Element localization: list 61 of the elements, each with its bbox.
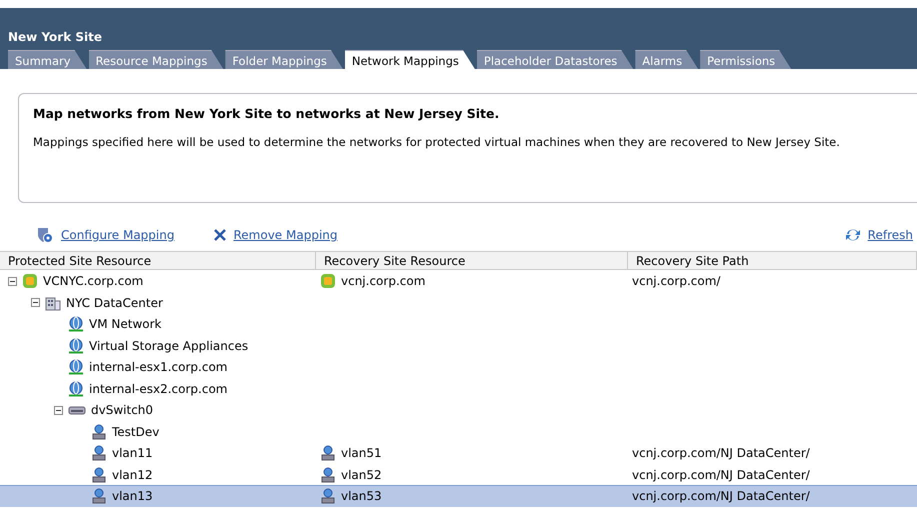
network-globe-icon	[68, 359, 84, 376]
close-icon	[214, 229, 226, 241]
info-text: Mappings specified here will be used to determine the networks for protected virtual machines when they are recovered to New Jersey Site.	[33, 135, 841, 149]
column-header[interactable]: Protected Site Resource	[0, 251, 316, 270]
tree-row[interactable]: vlan13 vlan53 vcnj.corp.com/NJ DataCenter/	[0, 485, 917, 506]
resource-name: internal-esx2.corp.com	[89, 382, 228, 396]
vcenter-icon	[22, 273, 38, 290]
tree-row[interactable]: vlan11 vlan51 vcnj.corp.com/NJ DataCenter/	[0, 442, 917, 464]
remove-mapping-link[interactable]: Remove Mapping	[214, 228, 338, 242]
tree-row[interactable]: NYC DataCenter	[0, 292, 917, 313]
building-icon	[45, 294, 61, 311]
column-header[interactable]: Recovery Site Resource	[316, 251, 628, 270]
recovery-path: vcnj.corp.com/NJ DataCenter/	[632, 446, 810, 460]
portgroup-icon	[320, 466, 336, 483]
resource-name: VCNYC.corp.com	[43, 274, 144, 288]
resource-name: vlan12	[112, 468, 153, 482]
portgroup-icon	[91, 488, 107, 504]
network-globe-icon	[68, 316, 84, 332]
tab[interactable]: Network Mappings	[344, 50, 475, 69]
recovery-path: vcnj.corp.com/NJ DataCenter/	[632, 468, 810, 482]
recovery-resource: vlan51	[341, 446, 382, 460]
resource-name: vlan11	[112, 446, 153, 460]
tree-row[interactable]: internal-esx1.corp.com	[0, 356, 917, 378]
tree-row[interactable]: VM Network	[0, 313, 917, 334]
collapse-toggle[interactable]	[54, 406, 63, 415]
portgroup-icon	[91, 445, 107, 462]
recovery-resource: vlan53	[341, 489, 382, 504]
configure-mapping-link[interactable]: Configure Mapping	[36, 226, 174, 244]
resource-name: TestDev	[112, 424, 160, 439]
tree-row[interactable]: TestDev	[0, 420, 917, 442]
collapse-toggle[interactable]	[31, 298, 40, 308]
resource-name: VM Network	[89, 317, 162, 332]
site-title: New York Site	[8, 30, 103, 46]
refresh-icon	[844, 228, 861, 242]
resource-name: Virtual Storage Appliances	[89, 338, 248, 353]
info-heading: Map networks from New York Site to networks at New Jersey Site.	[33, 106, 500, 121]
tree-row[interactable]: dvSwitch0	[0, 399, 917, 420]
recovery-path: vcnj.corp.com/NJ DataCenter/	[632, 489, 810, 504]
recovery-path: vcnj.corp.com/	[632, 274, 720, 288]
recovery-resource: vcnj.corp.com	[341, 274, 426, 288]
tree-row[interactable]: vlan12 vlan52 vcnj.corp.com/NJ DataCenter/	[0, 464, 917, 485]
portgroup-icon	[91, 424, 107, 440]
tree-row[interactable]: VCNYC.corp.com vcnj.corp.com vcnj.corp.com/	[0, 270, 917, 292]
resource-name: dvSwitch0	[91, 403, 154, 418]
portgroup-icon	[320, 445, 336, 462]
resource-name: internal-esx1.corp.com	[89, 360, 228, 374]
vcenter-icon	[320, 273, 336, 290]
portgroup-icon	[91, 466, 107, 483]
portgroup-icon	[320, 488, 336, 504]
network-globe-icon	[68, 380, 84, 397]
resource-name: NYC DataCenter	[66, 296, 163, 310]
switch-icon	[68, 404, 86, 416]
shield-gear-icon	[36, 226, 54, 244]
recovery-resource: vlan52	[341, 468, 382, 482]
tree-row[interactable]: Virtual Storage Appliances	[0, 334, 917, 356]
column-header[interactable]: Recovery Site Path	[628, 251, 917, 270]
resource-name: vlan13	[112, 489, 153, 504]
tree-row[interactable]: internal-esx2.corp.com	[0, 378, 917, 399]
refresh-link[interactable]: Refresh	[844, 228, 913, 242]
network-globe-icon	[68, 338, 84, 354]
collapse-toggle[interactable]	[8, 276, 17, 286]
